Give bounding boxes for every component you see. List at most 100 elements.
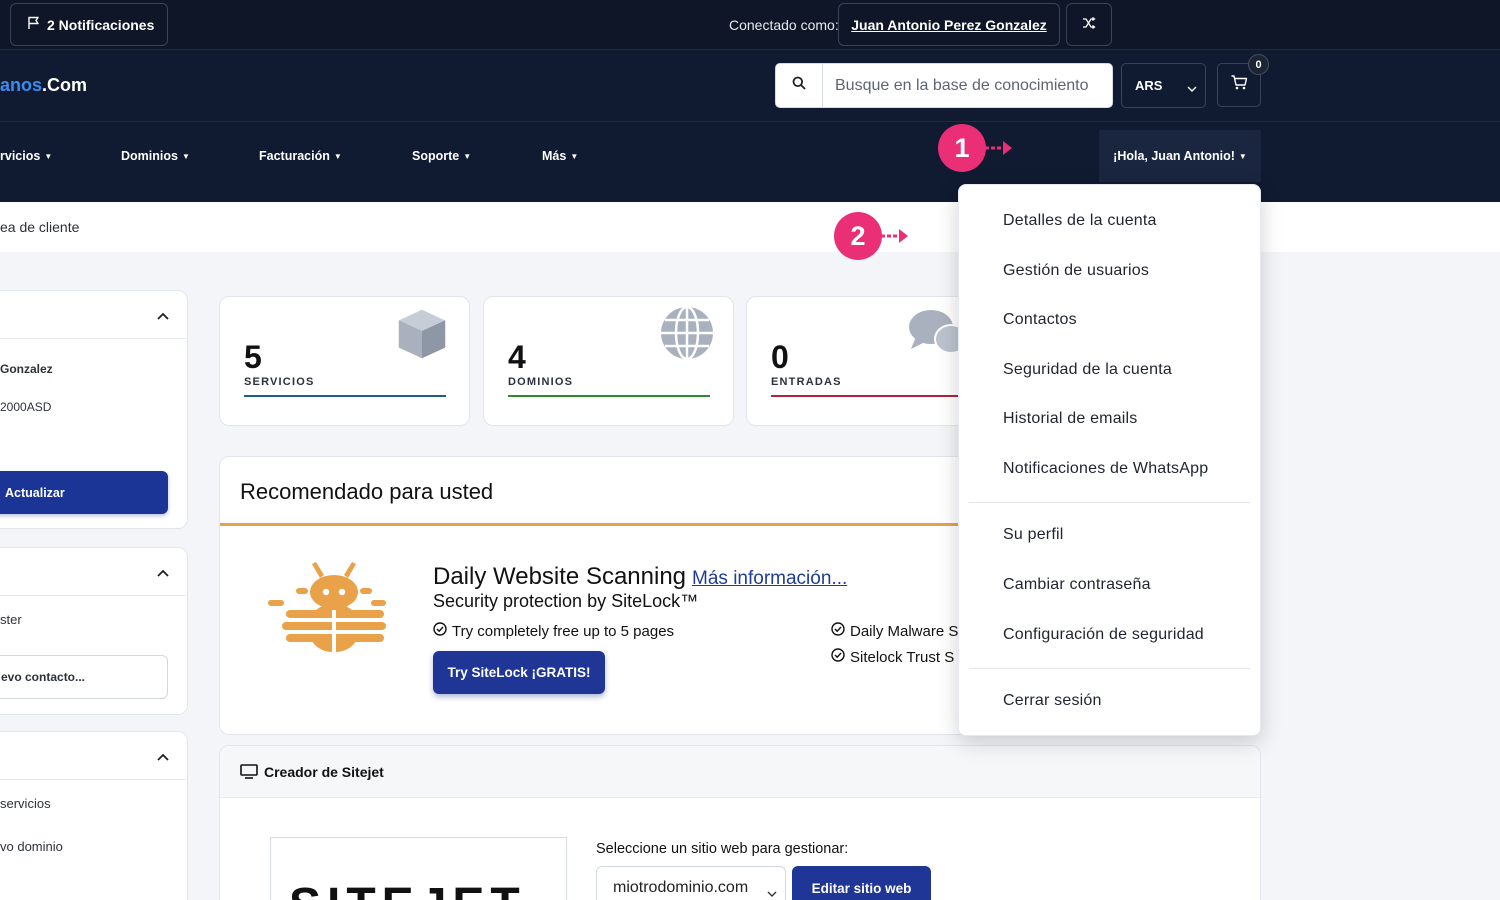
recommended-card: Recomendado para usted Daily Website Sca…: [219, 456, 969, 735]
menu-item-logout[interactable]: Cerrar sesión: [1003, 692, 1102, 710]
stat-domains[interactable]: 4 DOMINIOS: [483, 296, 734, 426]
menu-item-whatsapp-notifications[interactable]: Notificaciones de WhatsApp: [1003, 460, 1208, 478]
more-info-link[interactable]: Más información...: [692, 568, 847, 589]
card-header[interactable]: [0, 732, 187, 780]
logged-user-link[interactable]: Juan Antonio Perez Gonzalez: [838, 3, 1060, 46]
chevron-up-icon[interactable]: [157, 307, 169, 325]
feature-row: Daily Malware S: [831, 622, 958, 640]
site-select-value: miotrodominio.com: [613, 879, 749, 896]
card-header[interactable]: [0, 291, 187, 339]
breadcrumb-bar: ea de cliente: [0, 202, 1500, 252]
site-select-label: Seleccione un sitio web para gestionar:: [596, 841, 849, 857]
cart-count-badge: 0: [1248, 54, 1269, 75]
breadcrumb: ea de cliente: [0, 219, 80, 235]
knowledgebase-search: [775, 63, 1113, 108]
caret-down-icon: ▼: [1238, 151, 1247, 161]
arrow-right-icon: [985, 138, 1013, 163]
tickets-underline: [771, 395, 973, 397]
chevron-up-icon[interactable]: [157, 564, 169, 582]
nav-more[interactable]: Más ▼: [542, 149, 578, 163]
register-domain-link[interactable]: vo dominio: [0, 839, 63, 854]
menu-divider: [969, 502, 1250, 503]
menu-item-account-security[interactable]: Seguridad de la cuenta: [1003, 361, 1172, 379]
user-dropdown-menu: Detalles de la cuenta Gestión de usuario…: [958, 184, 1261, 736]
header: anos.Com ARS: [0, 50, 1500, 121]
menu-item-account-details[interactable]: Detalles de la cuenta: [1003, 212, 1157, 230]
site-logo[interactable]: anos.Com: [0, 75, 87, 96]
nav-billing-label: Facturación: [259, 149, 330, 163]
connected-as-label: Conectado como:: [729, 17, 839, 33]
step-marker-2: 2: [834, 212, 882, 260]
caret-down-icon: ▼: [463, 152, 472, 162]
switch-account-button[interactable]: [1066, 3, 1112, 46]
search-input[interactable]: [823, 64, 1112, 107]
update-button[interactable]: Actualizar: [0, 471, 168, 514]
card-header[interactable]: [0, 548, 187, 596]
services-count: 5: [244, 339, 262, 375]
chevron-down-icon: [767, 884, 777, 900]
menu-item-security-settings[interactable]: Configuración de seguridad: [1003, 626, 1204, 644]
user-greeting: ¡Hola, Juan Antonio!: [1113, 149, 1235, 163]
check-circle-icon: [831, 622, 845, 640]
chevron-up-icon[interactable]: [157, 748, 169, 766]
flag-icon: [27, 16, 41, 33]
product-title: Daily Website Scanning Más información...: [433, 563, 847, 591]
menu-item-contacts[interactable]: Contactos: [1003, 311, 1077, 329]
check-circle-icon: [831, 648, 845, 666]
sitejet-logo: SITEJET: [270, 837, 567, 900]
recommended-title: Recomendado para usted: [240, 479, 494, 504]
main-nav: rvicios ▼ Dominios ▼ Facturación ▼ Soporte ▼…: [0, 121, 1500, 202]
feature-row: Try completely free up to 5 pages: [433, 622, 674, 640]
sitelock-cta-button[interactable]: Try SiteLock ¡GRATIS!: [433, 651, 605, 694]
check-circle-icon: [433, 622, 447, 640]
tickets-count: 0: [771, 339, 789, 375]
edit-website-button[interactable]: Editar sitio web: [792, 866, 931, 900]
monitor-icon: [240, 764, 258, 784]
new-contact-button[interactable]: evo contacto...: [0, 655, 168, 699]
tickets-label: ENTRADAS: [771, 376, 842, 388]
cart-icon: [1231, 75, 1248, 95]
caret-down-icon: ▼: [570, 152, 579, 162]
menu-item-user-management[interactable]: Gestión de usuarios: [1003, 262, 1149, 280]
cube-icon: [393, 305, 451, 368]
nav-services-label: rvicios: [0, 149, 41, 163]
arrow-right-icon: [881, 226, 909, 251]
feature-text: Daily Malware S: [850, 622, 959, 640]
bug-icon: [268, 560, 386, 667]
sitejet-title: Creador de Sitejet: [264, 764, 384, 780]
search-button[interactable]: [776, 64, 823, 107]
sitejet-card: Creador de Sitejet SITEJET Seleccione un…: [219, 745, 1261, 900]
menu-item-change-password[interactable]: Cambiar contraseña: [1003, 576, 1151, 594]
notifications-label: 2 Notificaciones: [47, 16, 155, 33]
recommended-accent-line: [220, 523, 968, 526]
account-code: 2000ASD: [0, 400, 52, 414]
menu-item-email-history[interactable]: Historial de emails: [1003, 410, 1138, 428]
menu-item-profile[interactable]: Su perfil: [1003, 526, 1064, 544]
nav-support[interactable]: Soporte ▼: [412, 149, 471, 163]
site-select[interactable]: miotrodominio.com: [596, 866, 786, 900]
sidebar-shortcuts-card: [0, 731, 188, 900]
nav-services[interactable]: rvicios ▼: [0, 149, 52, 163]
sitejet-logo-text: SITEJET: [289, 878, 526, 900]
caret-down-icon: ▼: [44, 152, 53, 162]
user-menu-toggle[interactable]: ¡Hola, Juan Antonio! ▼: [1099, 130, 1261, 182]
domains-label: DOMINIOS: [508, 376, 574, 388]
domains-count: 4: [508, 339, 526, 375]
stat-services[interactable]: 5 SERVICIOS: [219, 296, 470, 426]
currency-select[interactable]: ARS: [1121, 63, 1206, 108]
order-services-link[interactable]: servicios: [0, 796, 51, 811]
nav-domains-label: Dominios: [121, 149, 178, 163]
currency-value: ARS: [1135, 78, 1163, 93]
nav-billing[interactable]: Facturación ▼: [259, 149, 342, 163]
domains-underline: [508, 395, 710, 397]
product-subtitle: Security protection by SiteLock™: [433, 591, 699, 611]
nav-domains[interactable]: Dominios ▼: [121, 149, 190, 163]
contact-item[interactable]: ster: [0, 612, 22, 627]
notifications-button[interactable]: 2 Notificaciones: [10, 3, 168, 46]
globe-icon: [659, 305, 715, 366]
shuffle-icon: [1082, 16, 1096, 34]
services-label: SERVICIOS: [244, 376, 315, 388]
step-marker-1: 1: [938, 124, 986, 172]
sitejet-header: Creador de Sitejet: [220, 746, 1260, 798]
feature-text: Sitelock Trust S: [850, 648, 955, 666]
